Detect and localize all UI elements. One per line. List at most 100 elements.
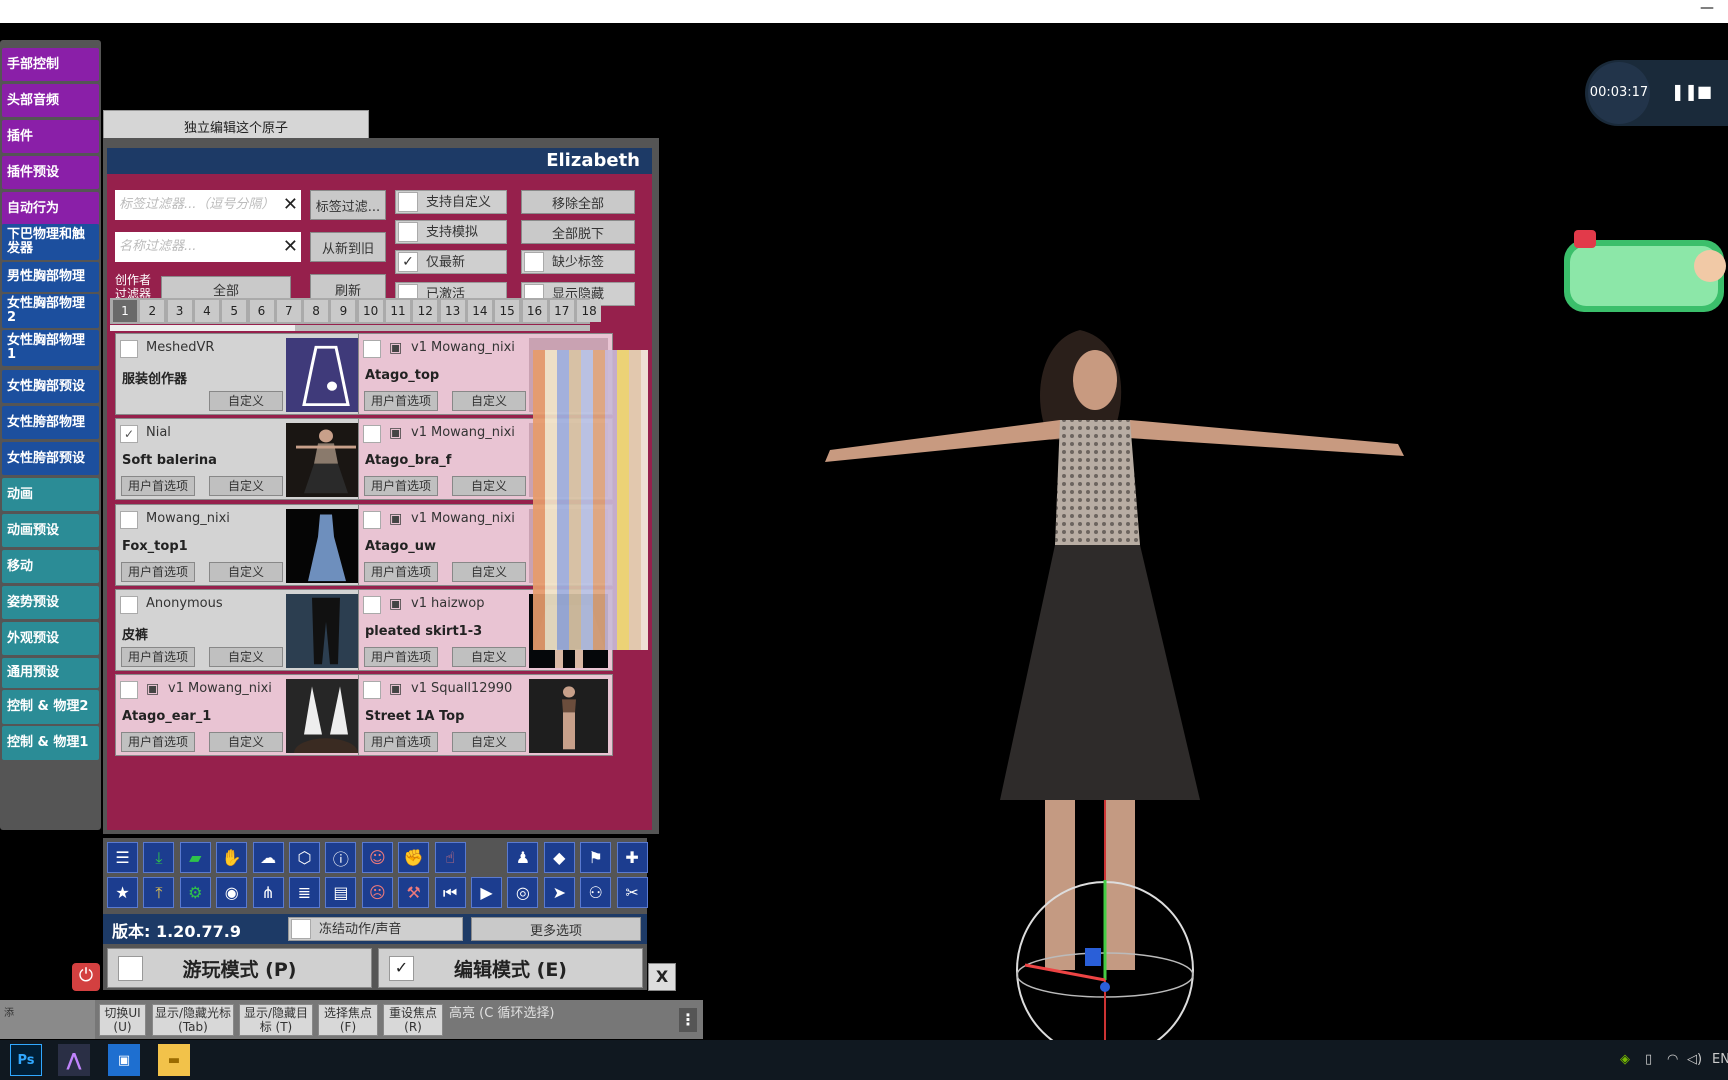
item-checkbox[interactable] bbox=[363, 681, 381, 700]
item-thumbnail[interactable] bbox=[286, 593, 365, 668]
user-prefs-button[interactable]: 用户首选项 bbox=[121, 646, 195, 667]
item-checkbox[interactable] bbox=[363, 510, 381, 529]
customize-button[interactable]: 自定义 bbox=[209, 732, 283, 753]
edit-mode-checkbox[interactable]: ✓ bbox=[389, 956, 414, 981]
page-button[interactable]: 1 bbox=[113, 300, 137, 322]
tools-icon[interactable]: ✂ bbox=[616, 877, 648, 908]
clear-name-filter-icon[interactable]: ✕ bbox=[283, 232, 298, 262]
load-look-icon[interactable]: ⤓ bbox=[143, 842, 175, 873]
side-menu-item[interactable]: 下巴物理和触发器 bbox=[2, 224, 99, 260]
page-button[interactable]: 12 bbox=[413, 300, 438, 322]
document-icon[interactable]: ▤ bbox=[325, 877, 357, 908]
user-prefs-button[interactable]: 用户首选项 bbox=[364, 646, 438, 667]
volume-icon[interactable]: ◁) bbox=[1687, 1052, 1702, 1067]
page-button[interactable]: 5 bbox=[222, 300, 247, 322]
more-icon[interactable]: ⋮ bbox=[679, 1008, 697, 1032]
side-menu-item[interactable]: 控制 & 物理2 bbox=[2, 690, 99, 724]
settings-folder-icon[interactable]: ⚙ bbox=[179, 877, 211, 908]
page-button[interactable]: 17 bbox=[549, 300, 574, 322]
side-menu-item[interactable]: 手部控制 bbox=[2, 48, 99, 81]
skip-back-icon[interactable]: ⏮ bbox=[434, 877, 466, 908]
item-thumbnail[interactable] bbox=[529, 679, 608, 754]
side-menu-item[interactable]: 插件预设 bbox=[2, 156, 99, 189]
clothing-item-card[interactable]: ▣ v1 Squall12990 Street 1A Top 用户首选项 自定义 bbox=[358, 674, 613, 757]
hotkey-button[interactable]: 切换UI (U) bbox=[99, 1004, 146, 1036]
stop-icon[interactable]: ■ bbox=[1697, 82, 1712, 101]
item-thumbnail[interactable] bbox=[286, 338, 365, 412]
pause-icon[interactable]: ❚❚ bbox=[1671, 82, 1698, 101]
page-button[interactable]: 6 bbox=[249, 300, 274, 322]
wifi-icon[interactable]: ◠ bbox=[1667, 1052, 1678, 1067]
clear-tag-filter-icon[interactable]: ✕ bbox=[283, 190, 298, 220]
side-menu-item[interactable]: 头部音频 bbox=[2, 84, 99, 117]
info-icon[interactable]: ⓘ bbox=[325, 842, 357, 873]
menu-icon[interactable]: ☰ bbox=[107, 842, 138, 873]
toggle-latest-only[interactable]: ✓ 仅最新 bbox=[395, 250, 507, 274]
user-prefs-button[interactable]: 用户首选项 bbox=[364, 732, 438, 753]
customize-button[interactable]: 自定义 bbox=[452, 732, 526, 753]
play-mode-checkbox[interactable] bbox=[118, 956, 143, 981]
page-button[interactable]: 13 bbox=[440, 300, 465, 322]
page-button[interactable]: 11 bbox=[386, 300, 410, 322]
item-checkbox[interactable] bbox=[120, 595, 138, 614]
layers-icon[interactable]: ≣ bbox=[289, 877, 320, 908]
item-checkbox[interactable] bbox=[120, 340, 138, 358]
vam-icon[interactable]: ⋀ bbox=[58, 1044, 90, 1076]
target-icon[interactable]: ◎ bbox=[507, 877, 539, 908]
side-menu-item[interactable]: 姿势预设 bbox=[2, 586, 99, 619]
tag-filter-button[interactable]: 标签过滤... bbox=[310, 190, 386, 220]
people-icon[interactable]: ⚇ bbox=[580, 877, 612, 908]
box-icon[interactable]: ⬡ bbox=[289, 842, 320, 873]
side-menu-item[interactable]: 女性胸部预设 bbox=[2, 370, 99, 403]
hotkey-button[interactable]: 重设焦点 (R) bbox=[383, 1004, 443, 1036]
clothing-item-card[interactable]: MeshedVR 服装创作器 自定义 bbox=[115, 333, 370, 415]
customize-button[interactable]: 自定义 bbox=[209, 391, 283, 411]
item-checkbox[interactable] bbox=[363, 340, 381, 358]
nvidia-icon[interactable]: ◈ bbox=[1620, 1052, 1630, 1067]
star-icon[interactable]: ★ bbox=[107, 877, 138, 908]
person-remove-icon[interactable]: ☹ bbox=[361, 877, 393, 908]
load-icon[interactable]: ⤒ bbox=[143, 877, 175, 908]
user-prefs-button[interactable]: 用户首选项 bbox=[121, 732, 195, 753]
side-menu-item[interactable]: 动画预设 bbox=[2, 514, 99, 547]
customize-button[interactable]: 自定义 bbox=[452, 391, 526, 411]
side-menu-item[interactable]: 女性胸部物理2 bbox=[2, 294, 99, 328]
user-prefs-button[interactable]: 用户首选项 bbox=[364, 476, 438, 497]
item-checkbox[interactable] bbox=[363, 595, 381, 614]
user-prefs-button[interactable]: 用户首选项 bbox=[121, 561, 195, 582]
toggle-support-custom[interactable]: 支持自定义 bbox=[395, 190, 507, 214]
item-checkbox[interactable] bbox=[120, 510, 138, 529]
toggle-missing-tags[interactable]: 缺少标签 bbox=[521, 250, 635, 274]
touch-icon[interactable]: ☝ bbox=[434, 842, 466, 873]
cloud-icon[interactable]: ☁ bbox=[252, 842, 284, 873]
item-thumbnail[interactable] bbox=[286, 508, 365, 583]
clothing-item-card[interactable]: Mowang_nixi Fox_top1 用户首选项 自定义 bbox=[115, 503, 370, 586]
item-checkbox[interactable] bbox=[120, 681, 138, 700]
side-menu-item[interactable]: 男性胸部物理 bbox=[2, 262, 99, 292]
hotkey-button[interactable]: 显示/隐藏光标 (Tab) bbox=[152, 1004, 234, 1036]
page-button[interactable]: 9 bbox=[331, 300, 356, 322]
user-prefs-button[interactable]: 用户首选项 bbox=[121, 476, 195, 497]
page-button[interactable]: 3 bbox=[167, 300, 192, 322]
grab-icon[interactable]: ✊ bbox=[398, 842, 430, 873]
edit-mode-button[interactable]: ✓ 编辑模式 (E) bbox=[378, 948, 643, 988]
page-button[interactable]: 4 bbox=[194, 300, 219, 322]
item-checkbox[interactable] bbox=[363, 425, 381, 444]
missing-tags-checkbox[interactable] bbox=[524, 252, 544, 272]
item-checkbox[interactable]: ✓ bbox=[120, 425, 138, 444]
hand-icon[interactable]: ✋ bbox=[216, 842, 248, 873]
freeze-checkbox[interactable] bbox=[291, 919, 311, 939]
freeze-toggle[interactable]: 冻结动作/声音 bbox=[288, 917, 463, 941]
close-panel-button[interactable]: X bbox=[648, 963, 676, 991]
tag-filter-input[interactable]: 标签过滤器...（逗号分隔） ✕ bbox=[115, 190, 301, 220]
page-button[interactable]: 8 bbox=[304, 300, 329, 322]
latest-only-checkbox[interactable]: ✓ bbox=[398, 252, 418, 272]
camera-icon[interactable]: ◉ bbox=[216, 877, 248, 908]
support-sim-checkbox[interactable] bbox=[398, 222, 418, 242]
customize-button[interactable]: 自定义 bbox=[452, 561, 526, 582]
play-mode-button[interactable]: 游玩模式 (P) bbox=[107, 948, 372, 988]
side-menu-item[interactable]: 女性胯部预设 bbox=[2, 442, 99, 475]
customize-button[interactable]: 自定义 bbox=[209, 561, 283, 582]
undress-all-button[interactable]: 全部脱下 bbox=[521, 220, 635, 244]
user-prefs-button[interactable]: 用户首选项 bbox=[364, 561, 438, 582]
